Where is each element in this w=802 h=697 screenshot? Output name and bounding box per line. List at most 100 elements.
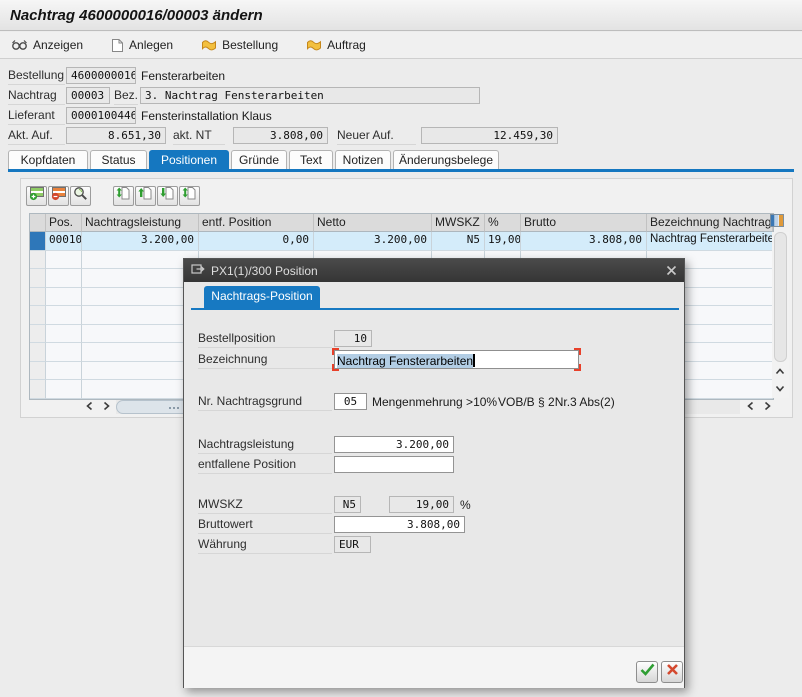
column-header-nachtragsleistung[interactable]: Nachtragsleistung: [82, 214, 199, 232]
bezeichnung-focus-frame: Nachtrag Fensterarbeiten: [332, 348, 581, 371]
tab-nachtrags-position[interactable]: Nachtrags-Position: [204, 286, 320, 308]
tab-text[interactable]: Text: [289, 150, 333, 169]
close-icon[interactable]: [666, 265, 677, 276]
column-header-brutto[interactable]: Brutto: [521, 214, 647, 232]
row-select-header[interactable]: [30, 214, 46, 232]
nachtragsgrund-description-2: VOB/B § 2Nr.3 Abs(2): [498, 395, 615, 409]
neuer-auf-field[interactable]: 12.459,30: [421, 127, 558, 144]
tab-gr-nde[interactable]: Gründe: [231, 150, 287, 169]
empty-cell: [46, 325, 82, 344]
row-select-cell[interactable]: [30, 325, 46, 344]
mwskz-percent-field[interactable]: 19,00: [389, 496, 454, 513]
nachtragsleistung-field[interactable]: 3.200,00: [334, 436, 454, 453]
tab-status[interactable]: Status: [90, 150, 147, 169]
vertical-scrollbar-thumb[interactable]: [774, 232, 787, 362]
lieferant-label: Lieferant: [8, 108, 65, 125]
delete-row-button[interactable]: [48, 186, 69, 206]
mwskz-field[interactable]: N5: [334, 496, 361, 513]
h-scroll-left-button[interactable]: [81, 399, 97, 415]
session-icon: [191, 262, 205, 280]
purchase-order-icon: [201, 39, 217, 52]
column-header-mwskz[interactable]: MWSKZ: [432, 214, 485, 232]
waehrung-field[interactable]: EUR: [334, 536, 371, 553]
bestellposition-field[interactable]: 10: [334, 330, 372, 347]
application-toolbar: Anzeigen Anlegen Bestellung Auftrag: [0, 32, 802, 59]
page-down-icon: [160, 186, 175, 206]
bruttowert-field[interactable]: 3.808,00: [334, 516, 465, 533]
columns-config-icon: [770, 214, 784, 232]
anzeigen-button[interactable]: Anzeigen: [8, 36, 86, 54]
insert-row-icon: [29, 186, 45, 206]
confirm-button[interactable]: [636, 661, 658, 683]
column-config-button[interactable]: [768, 215, 786, 231]
h-scroll-right-end-button[interactable]: [759, 399, 775, 415]
chevron-down-icon: [775, 380, 785, 398]
cell-netto: 3.200,00: [314, 232, 432, 251]
row-select-cell[interactable]: [30, 306, 46, 325]
akt-auf-field[interactable]: 8.651,30: [66, 127, 166, 144]
nachtrag-field[interactable]: 00003: [66, 87, 110, 104]
tab-positionen[interactable]: Positionen: [149, 150, 229, 169]
lieferant-description: Fensterinstallation Klaus: [141, 109, 272, 123]
bez-field[interactable]: 3. Nachtrag Fensterarbeiten: [140, 87, 480, 104]
table-row[interactable]: 000103.200,000,003.200,00N519,003.808,00…: [30, 232, 773, 251]
akt-nt-field[interactable]: 3.808,00: [233, 127, 328, 144]
row-select-cell[interactable]: [30, 343, 46, 362]
tab-kopfdaten[interactable]: Kopfdaten: [8, 150, 88, 169]
tab-notizen[interactable]: Notizen: [335, 150, 391, 169]
empty-cell: [82, 288, 199, 307]
column-header-bezeichnung-nachtrag[interactable]: Bezeichnung Nachtrag: [647, 214, 773, 232]
column-header-netto[interactable]: Netto: [314, 214, 432, 232]
v-scroll-down-button[interactable]: [772, 381, 788, 397]
copy-page-button[interactable]: [113, 186, 134, 206]
auftrag-label: Auftrag: [327, 38, 366, 52]
bezeichnung-selected-text: Nachtrag Fensterarbeiten: [337, 354, 473, 368]
row-select-cell[interactable]: [30, 288, 46, 307]
empty-cell: [46, 269, 82, 288]
entfallene-position-field[interactable]: [334, 456, 454, 473]
nachtragsgrund-description-1: Mengenmehrung >10%: [372, 395, 497, 409]
dialog-footer: [184, 646, 684, 688]
find-button[interactable]: [70, 186, 91, 206]
bestellposition-label: Bestellposition: [198, 331, 332, 348]
row-select-cell[interactable]: [30, 362, 46, 381]
anlegen-button[interactable]: Anlegen: [108, 36, 176, 55]
bestellung-label: Bestellung: [222, 38, 278, 52]
lieferant-field[interactable]: 0000100446: [66, 107, 136, 124]
x-mark-icon: [666, 663, 679, 681]
bestellung-field[interactable]: 4600000016: [66, 67, 136, 84]
chevron-up-icon: [775, 363, 785, 381]
page-down-button[interactable]: [157, 186, 178, 206]
bezeichnung-input[interactable]: Nachtrag Fensterarbeiten: [334, 350, 579, 369]
bestellung-button[interactable]: Bestellung: [198, 36, 281, 54]
row-select-cell[interactable]: [30, 251, 46, 270]
nachtrag-label: Nachtrag: [8, 88, 65, 105]
cell-col: 19,00: [485, 232, 521, 251]
cell-nachtragsleistung: 3.200,00: [82, 232, 199, 251]
mwskz-label: MWSKZ: [198, 497, 332, 514]
page-up-button[interactable]: [135, 186, 156, 206]
empty-cell: [82, 325, 199, 344]
cancel-button[interactable]: [661, 661, 683, 683]
copy-page-icon: [116, 186, 131, 206]
move-page-button[interactable]: [179, 186, 200, 206]
sap-window: Nachtrag 4600000016/00003 ändern Anzeige…: [0, 0, 802, 697]
dialog-titlebar[interactable]: PX1(1)/300 Position: [184, 259, 684, 282]
text-caret: [473, 354, 475, 367]
row-select-cell[interactable]: [30, 380, 46, 399]
neuer-auf-label: Neuer Auf.: [337, 128, 416, 145]
v-scroll-up-button[interactable]: [772, 364, 788, 380]
tab-nderungsbelege[interactable]: Änderungsbelege: [393, 150, 499, 169]
row-select-cell[interactable]: [30, 232, 46, 251]
row-select-cell[interactable]: [30, 269, 46, 288]
insert-row-button[interactable]: [26, 186, 47, 206]
h-scroll-left-end-button[interactable]: [742, 399, 758, 415]
column-header-entf-position[interactable]: entf. Position: [199, 214, 314, 232]
auftrag-button[interactable]: Auftrag: [303, 36, 369, 54]
column-header-col[interactable]: %: [485, 214, 521, 232]
position-dialog: PX1(1)/300 Position Nachtrags-Position B…: [183, 258, 685, 688]
nachtragsgrund-field[interactable]: 05: [334, 393, 367, 410]
column-header-pos[interactable]: Pos.: [46, 214, 82, 232]
h-scroll-right-button[interactable]: [98, 399, 114, 415]
chevron-left-icon: [746, 398, 755, 416]
